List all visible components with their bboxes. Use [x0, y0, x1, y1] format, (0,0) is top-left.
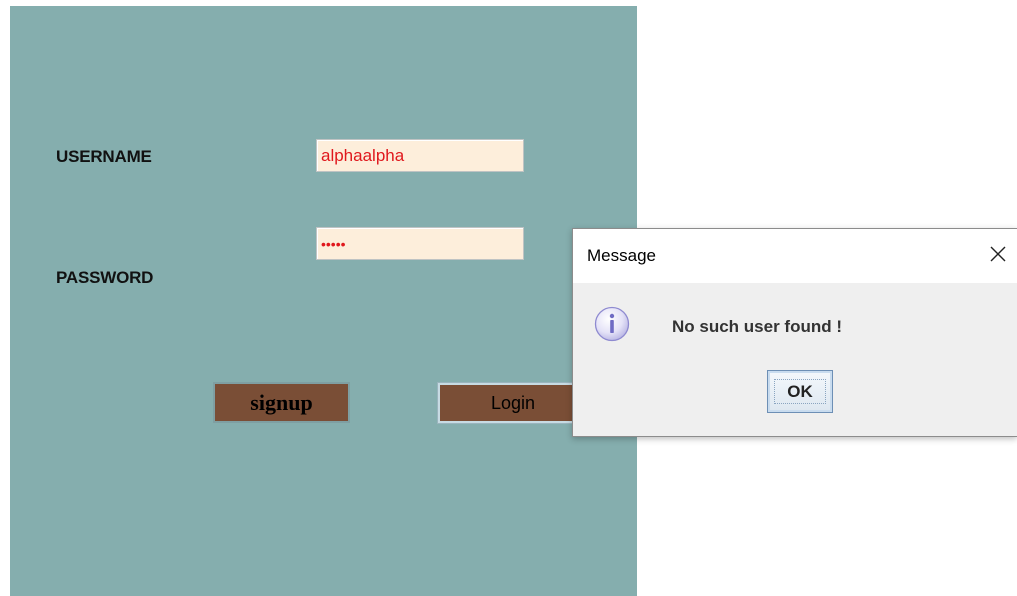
username-label: USERNAME	[56, 147, 152, 166]
login-button[interactable]: Login	[437, 382, 589, 424]
close-icon	[990, 246, 1006, 262]
login-button-label: Login	[490, 392, 536, 413]
dialog-message: No such user found !	[672, 317, 842, 336]
password-input[interactable]	[316, 227, 524, 260]
password-label: PASSWORD	[56, 268, 154, 287]
info-icon	[594, 306, 630, 342]
username-input[interactable]	[316, 139, 524, 172]
dialog-title: Message	[587, 246, 656, 265]
close-button[interactable]	[983, 239, 1013, 269]
login-panel: USERNAME PASSWORD signup Login	[10, 6, 637, 596]
signup-button-label: signup	[250, 389, 313, 415]
signup-button[interactable]: signup	[213, 382, 350, 423]
ok-button-label: OK	[787, 381, 813, 401]
message-dialog: Message No such user found ! OK	[572, 228, 1017, 437]
dialog-titlebar[interactable]: Message	[573, 229, 1017, 283]
ok-button[interactable]: OK	[767, 370, 833, 413]
